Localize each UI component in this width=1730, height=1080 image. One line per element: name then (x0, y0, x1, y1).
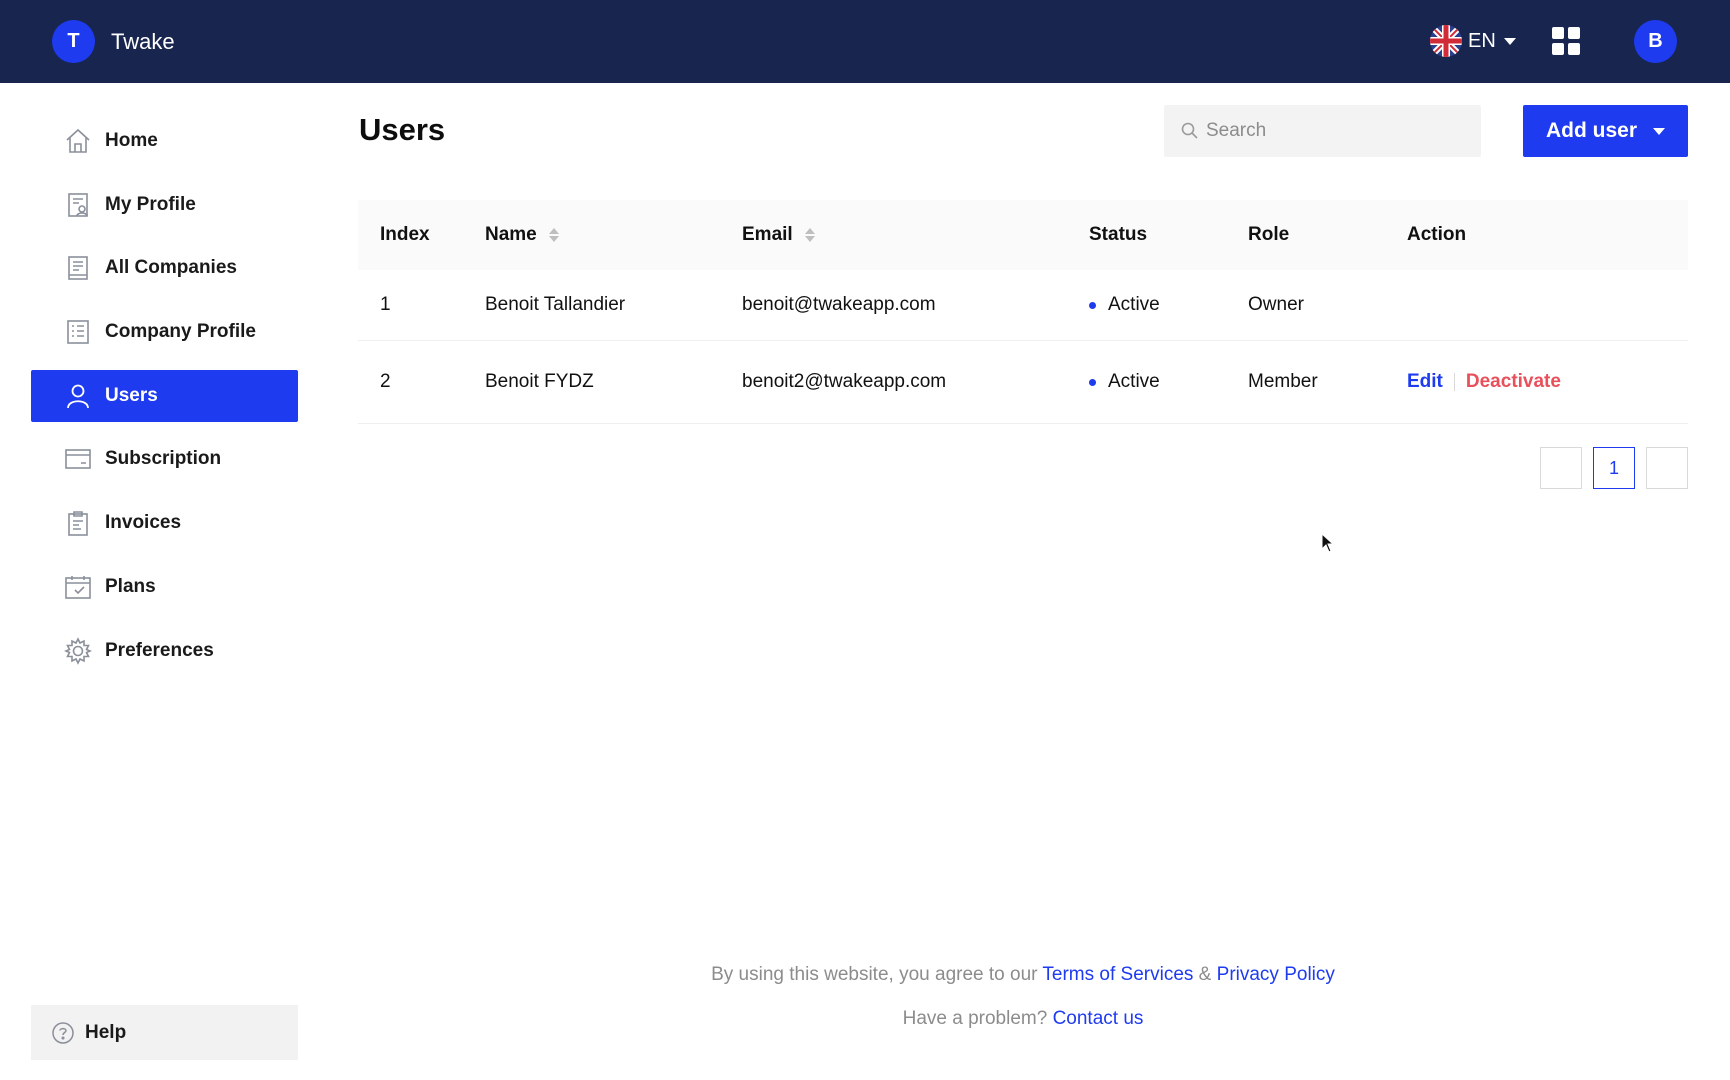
page-title: Users (359, 112, 446, 147)
sidebar-item-preferences[interactable]: Preferences (31, 625, 298, 677)
footer-ampersand: & (1198, 964, 1212, 985)
status-text: Active (1108, 294, 1160, 315)
table-row: 1 Benoit Tallandier benoit@twakeapp.com … (358, 270, 1688, 341)
cell-index: 1 (380, 294, 391, 315)
sidebar-item-my-profile[interactable]: My Profile (31, 179, 298, 231)
language-selector[interactable]: EN (1430, 25, 1516, 57)
search-input[interactable] (1206, 120, 1476, 142)
help-button[interactable]: Help (31, 1005, 298, 1060)
column-header-name[interactable]: Name (485, 224, 742, 246)
home-icon (63, 126, 93, 156)
column-header-action: Action (1407, 224, 1467, 245)
status-dot (1089, 301, 1096, 309)
status-dot (1089, 378, 1096, 386)
sidebar-item-plans[interactable]: Plans (31, 561, 298, 613)
action-divider (1453, 373, 1455, 391)
column-header-role: Role (1248, 224, 1290, 245)
sidebar-item-label: My Profile (105, 193, 196, 215)
sidebar-item-invoices[interactable]: Invoices (31, 497, 298, 549)
question-circle-icon (51, 1021, 75, 1045)
help-label: Help (85, 1021, 127, 1043)
status-text: Active (1108, 371, 1160, 392)
column-header-index: Index (380, 224, 430, 245)
sidebar-item-home[interactable]: Home (31, 115, 298, 167)
user-avatar[interactable]: B (1634, 20, 1677, 63)
cell-role: Member (1248, 371, 1318, 392)
footer-contact: Have a problem? Contact us (358, 1008, 1688, 1030)
sort-icon[interactable] (548, 227, 559, 242)
card-icon (63, 444, 93, 474)
sidebar-item-label: All Companies (105, 257, 237, 279)
sort-icon[interactable] (804, 227, 815, 242)
footer-terms: By using this website, you agree to our … (358, 964, 1688, 986)
column-header-email[interactable]: Email (742, 224, 1089, 246)
users-table: Index Name Email Status Role Action 1 Be… (358, 200, 1688, 424)
sidebar-item-company-profile[interactable]: Company Profile (31, 306, 298, 358)
cell-action: Edit Deactivate (1407, 371, 1688, 393)
sidebar-item-subscription[interactable]: Subscription (31, 433, 298, 485)
column-header-label: Name (485, 224, 537, 245)
user-icon (63, 381, 93, 411)
cell-status: Active (1089, 371, 1248, 393)
chevron-down-icon (1653, 127, 1665, 135)
deactivate-link[interactable]: Deactivate (1466, 371, 1561, 393)
add-user-label: Add user (1545, 119, 1637, 142)
contact-link[interactable]: Contact us (1053, 1008, 1144, 1029)
page-button-current[interactable]: 1 (1593, 447, 1635, 489)
gear-icon (63, 636, 93, 666)
company-profile-icon (63, 317, 93, 347)
sidebar-item-label: Preferences (105, 639, 214, 661)
sidebar-item-label: Invoices (105, 512, 182, 534)
cell-role: Owner (1248, 294, 1304, 315)
invoice-icon (63, 508, 93, 538)
cell-index: 2 (380, 371, 391, 392)
table-header: Index Name Email Status Role Action (358, 200, 1688, 270)
brand-name: Twake (111, 28, 175, 54)
cell-name: Benoit FYDZ (485, 371, 594, 392)
footer-problem-text: Have a problem? (902, 1008, 1048, 1029)
search-icon (1180, 121, 1200, 141)
column-header-status: Status (1089, 224, 1148, 245)
chevron-down-icon (1503, 37, 1516, 45)
cell-name: Benoit Tallandier (485, 294, 626, 315)
mouse-cursor-icon (1321, 533, 1335, 553)
brand-avatar: T (52, 20, 95, 63)
add-user-button[interactable]: Add user (1523, 105, 1688, 157)
sidebar: Home My Profile All Companies Company Pr… (31, 115, 298, 688)
search-box[interactable] (1164, 105, 1481, 157)
prev-page-button[interactable] (1540, 447, 1582, 489)
sidebar-item-label: Home (105, 130, 158, 151)
top-bar: T Twake EN B (0, 0, 1730, 83)
sidebar-item-label: Plans (105, 575, 156, 597)
sidebar-item-all-companies[interactable]: All Companies (31, 242, 298, 294)
sidebar-item-label: Users (105, 384, 158, 406)
cell-email: benoit@twakeapp.com (742, 294, 936, 315)
cell-email: benoit2@twakeapp.com (742, 371, 947, 392)
privacy-link[interactable]: Privacy Policy (1217, 964, 1335, 985)
cell-status: Active (1089, 294, 1248, 316)
edit-link[interactable]: Edit (1407, 371, 1443, 393)
profile-icon (63, 190, 93, 220)
sidebar-item-label: Company Profile (105, 321, 256, 343)
pagination: 1 (1540, 447, 1688, 489)
calendar-check-icon (63, 572, 93, 602)
uk-flag-icon (1430, 25, 1462, 57)
sidebar-item-users[interactable]: Users (31, 369, 298, 422)
language-code: EN (1468, 29, 1496, 52)
apps-grid-icon[interactable] (1552, 27, 1580, 55)
sidebar-item-label: Subscription (105, 448, 222, 470)
next-page-button[interactable] (1646, 447, 1688, 489)
table-row: 2 Benoit FYDZ benoit2@twakeapp.com Activ… (358, 341, 1688, 424)
terms-link[interactable]: Terms of Services (1042, 964, 1193, 985)
column-header-label: Email (742, 224, 793, 245)
brand[interactable]: T Twake (52, 20, 175, 63)
companies-icon (63, 253, 93, 283)
footer-agree-text: By using this website, you agree to our (711, 964, 1038, 985)
